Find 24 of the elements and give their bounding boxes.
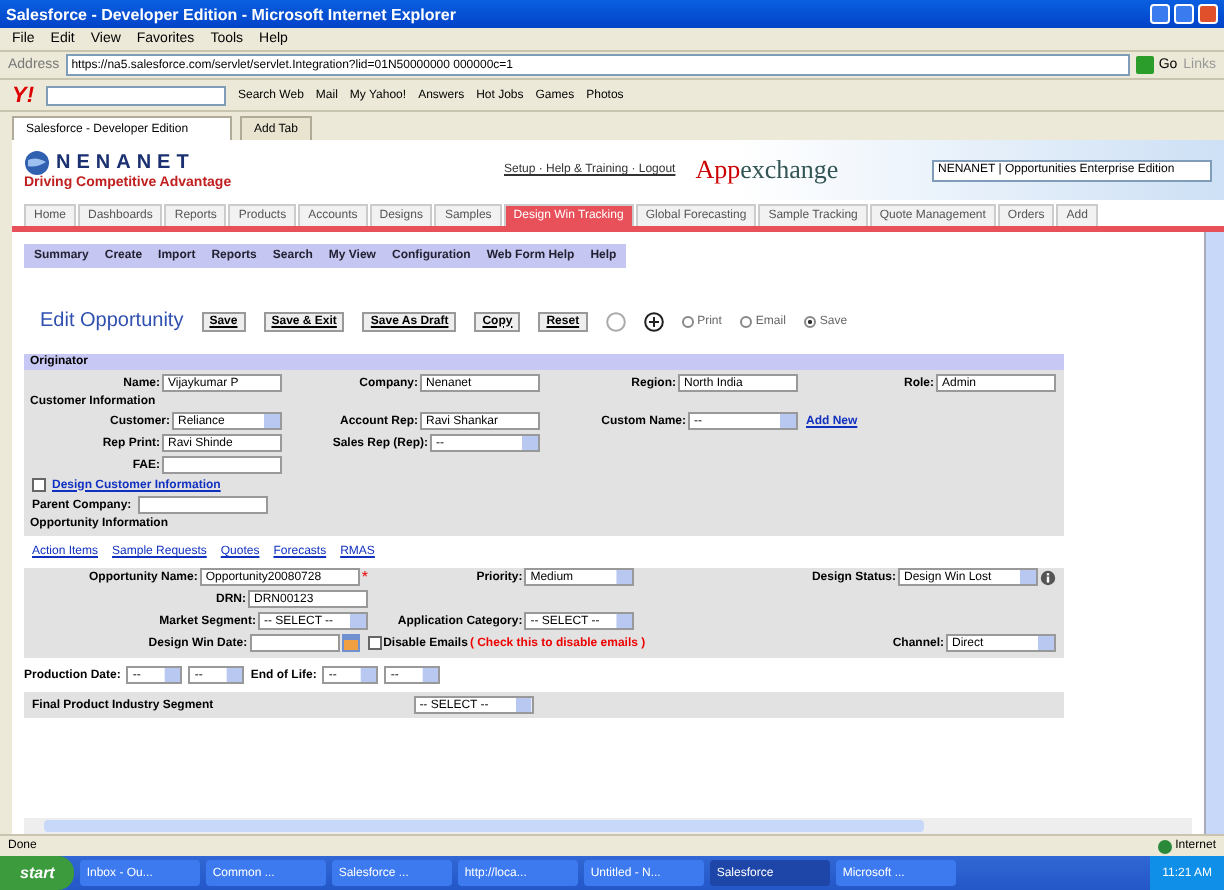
checkbox[interactable] — [32, 478, 46, 492]
horizontal-scrollbar[interactable] — [24, 818, 1192, 834]
start-button[interactable]: start — [0, 856, 75, 890]
text-field[interactable] — [137, 496, 268, 514]
add-icon[interactable] — [643, 311, 664, 331]
close-button[interactable] — [1198, 4, 1218, 24]
radio-button[interactable] — [681, 315, 694, 327]
calendar-icon[interactable] — [341, 634, 360, 652]
radio-button[interactable] — [803, 315, 816, 327]
search-field[interactable] — [46, 85, 226, 105]
yahoo-logo: Y! — [12, 83, 34, 107]
maximize-button[interactable] — [1174, 4, 1194, 24]
vertical-scrollbar[interactable] — [1204, 232, 1224, 834]
appexchange-logo: Appexchange — [695, 154, 839, 186]
text-field[interactable] — [162, 456, 282, 474]
checkbox[interactable] — [367, 636, 382, 650]
back-icon[interactable] — [605, 311, 626, 331]
page-title: Edit Opportunity — [40, 310, 184, 332]
brand-name: NENANET — [56, 152, 195, 174]
radio-button[interactable] — [739, 315, 752, 327]
date-field[interactable] — [249, 634, 340, 652]
window-title: Salesforce - Developer Edition - Microsoft Internet Explorer — [6, 5, 456, 23]
required-marker: * — [361, 568, 368, 586]
minimize-button[interactable] — [1150, 4, 1170, 24]
